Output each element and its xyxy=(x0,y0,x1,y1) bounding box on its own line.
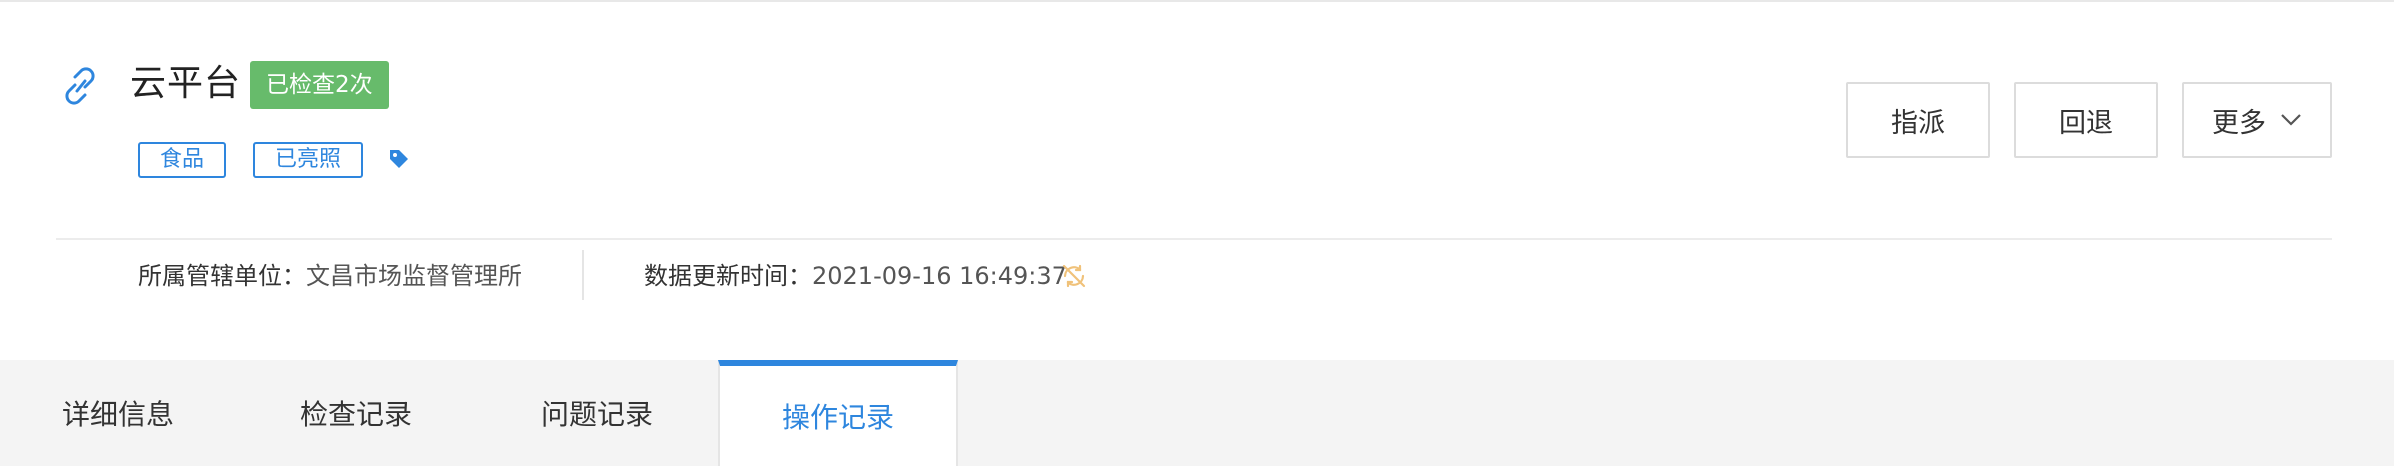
tab-inspection-records-label: 检查记录 xyxy=(299,398,412,431)
tab-operation-records-label: 操作记录 xyxy=(781,401,894,434)
tab-issue-records-label: 问题记录 xyxy=(540,398,653,431)
tabs-bar: 详细信息 检查记录 问题记录 操作记录 xyxy=(0,360,2394,466)
assign-button-label: 指派 xyxy=(1891,107,1945,139)
tab-inspection-records[interactable]: 检查记录 xyxy=(236,360,476,466)
updated-time-label: 数据更新时间： xyxy=(644,262,812,290)
tab-issue-records[interactable]: 问题记录 xyxy=(476,360,718,466)
tab-operation-records[interactable]: 操作记录 xyxy=(718,360,958,466)
sync-off-icon[interactable] xyxy=(1060,262,1088,290)
more-button[interactable]: 更多 xyxy=(2182,82,2332,158)
chevron-down-icon xyxy=(2281,114,2301,126)
page-title: 云平台 xyxy=(130,63,242,104)
updated-time-value: 2021-09-16 16:49:37 xyxy=(812,262,1067,290)
more-button-label: 更多 xyxy=(2212,107,2266,139)
link-icon[interactable] xyxy=(56,62,104,110)
header-divider xyxy=(56,238,2332,240)
assign-button[interactable]: 指派 xyxy=(1846,82,1990,158)
rollback-button[interactable]: 回退 xyxy=(2014,82,2158,158)
tab-details-label: 详细信息 xyxy=(61,398,174,431)
tab-details[interactable]: 详细信息 xyxy=(0,360,236,466)
jurisdiction-value: 文昌市场监督管理所 xyxy=(306,262,522,290)
tag-licensed: 已亮照 xyxy=(253,142,364,178)
meta-separator xyxy=(582,250,584,300)
rollback-button-label: 回退 xyxy=(2059,107,2113,139)
tag-food: 食品 xyxy=(138,142,227,178)
tag-icon[interactable] xyxy=(387,147,411,171)
jurisdiction-label: 所属管辖单位： xyxy=(138,262,306,290)
check-count-badge: 已检查2次 xyxy=(250,61,389,109)
